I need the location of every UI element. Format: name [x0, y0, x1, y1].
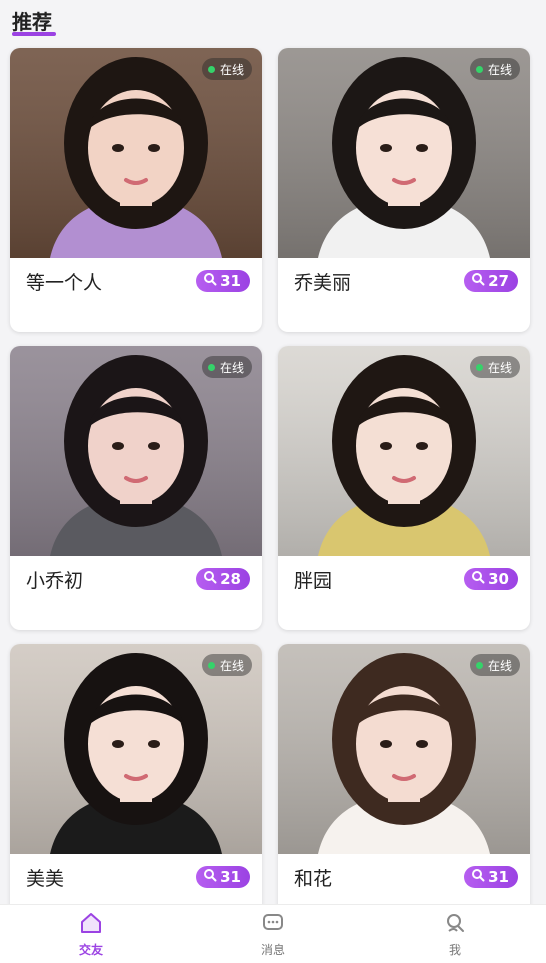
- tab-messages[interactable]: 消息: [182, 905, 364, 963]
- profile-name: 美美: [26, 868, 65, 890]
- profile-card[interactable]: 在线 小乔初 28: [10, 346, 262, 630]
- like-count-badge[interactable]: 30: [464, 568, 518, 590]
- tab-me[interactable]: 我: [364, 905, 546, 963]
- online-dot-icon: [207, 65, 215, 73]
- heart-search-icon: [471, 868, 485, 886]
- online-dot-icon: [475, 363, 483, 371]
- online-dot-icon: [475, 65, 483, 73]
- heart-search-icon: [203, 570, 217, 588]
- title-underline: [12, 32, 56, 36]
- profile-card[interactable]: 在线 乔美丽 27: [278, 48, 530, 332]
- heart-search-icon: [203, 868, 217, 886]
- online-badge: 在线: [469, 356, 520, 378]
- profile-name: 乔美丽: [294, 272, 352, 294]
- heart-search-icon: [203, 272, 217, 290]
- online-dot-icon: [207, 363, 215, 371]
- like-count-badge[interactable]: 31: [464, 866, 518, 888]
- like-count-badge[interactable]: 27: [464, 270, 518, 292]
- heart-search-icon: [471, 570, 485, 588]
- profile-card[interactable]: 在线 美美 31: [10, 644, 262, 928]
- online-dot-icon: [207, 661, 215, 669]
- online-badge: 在线: [201, 356, 252, 378]
- profile-card[interactable]: 在线 等一个人 31: [10, 48, 262, 332]
- profile-card[interactable]: 在线 胖园 30: [278, 346, 530, 630]
- online-badge: 在线: [469, 654, 520, 676]
- like-count-badge[interactable]: 31: [196, 866, 250, 888]
- home-icon: [79, 911, 103, 939]
- chat-icon: [261, 911, 285, 939]
- profile-name: 小乔初: [26, 570, 84, 592]
- online-badge: 在线: [201, 654, 252, 676]
- tab-friends[interactable]: 交友: [0, 905, 182, 963]
- header: 推荐: [0, 0, 546, 44]
- online-badge: 在线: [201, 58, 252, 80]
- online-badge: 在线: [469, 58, 520, 80]
- heart-search-icon: [471, 272, 485, 290]
- like-count-badge[interactable]: 31: [196, 270, 250, 292]
- profile-name: 等一个人: [26, 272, 103, 294]
- bottom-tab-bar: 交友 消息 我: [0, 904, 546, 963]
- profile-name: 和花: [294, 868, 333, 890]
- profile-name: 胖园: [294, 570, 333, 592]
- profile-card[interactable]: 在线 和花 31: [278, 644, 530, 928]
- online-dot-icon: [475, 661, 483, 669]
- page-title: 推荐: [12, 10, 52, 34]
- like-count-badge[interactable]: 28: [196, 568, 250, 590]
- profile-icon: [443, 911, 467, 939]
